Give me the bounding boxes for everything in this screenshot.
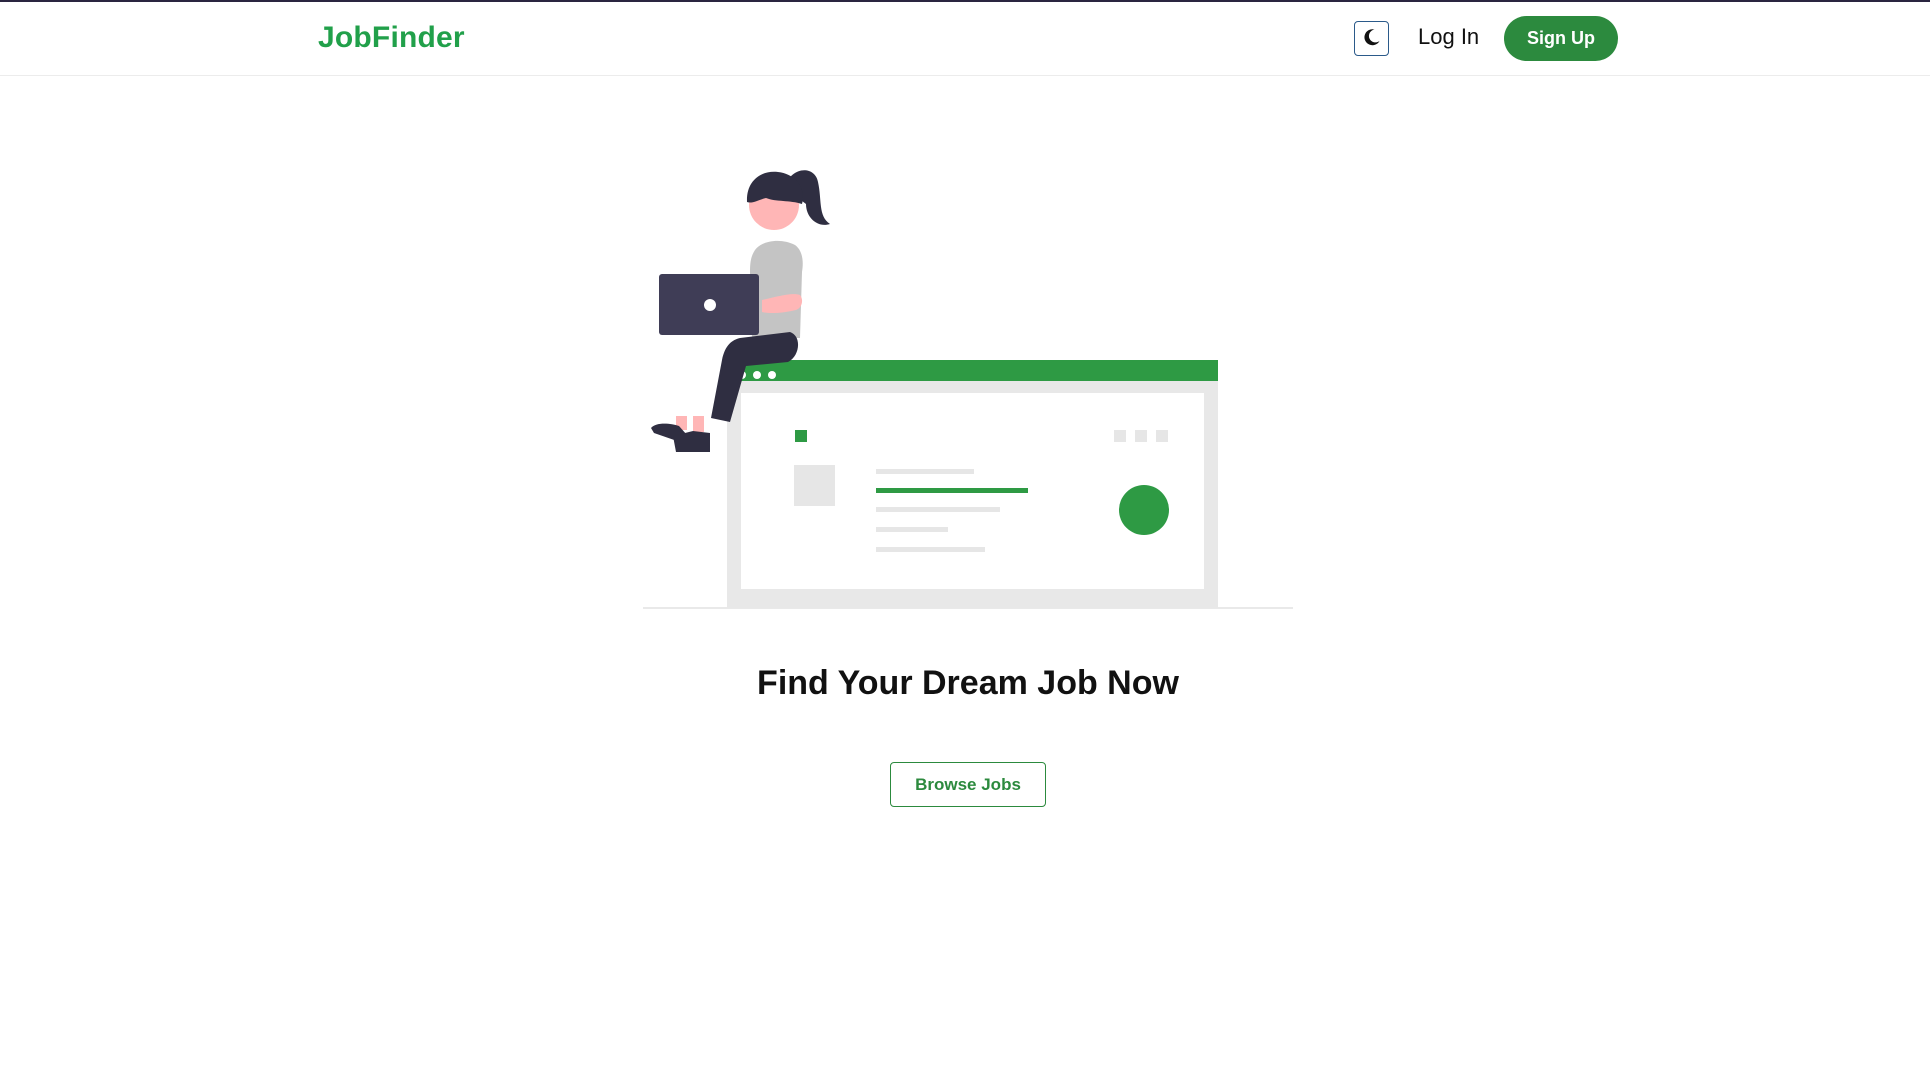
theme-toggle-button[interactable]	[1354, 21, 1389, 56]
moon-icon	[1362, 27, 1382, 50]
logo-link[interactable]: JobFinder	[318, 21, 465, 55]
hero-title: Find Your Dream Job Now	[757, 664, 1179, 702]
top-navbar: JobFinder Log In Sign Up	[0, 2, 1930, 76]
hero-illustration	[640, 160, 1300, 610]
browse-jobs-button[interactable]: Browse Jobs	[890, 762, 1046, 807]
browser-window-graphic	[727, 360, 1218, 608]
signup-button[interactable]: Sign Up	[1504, 16, 1618, 61]
login-link[interactable]: Log In	[1418, 24, 1479, 50]
